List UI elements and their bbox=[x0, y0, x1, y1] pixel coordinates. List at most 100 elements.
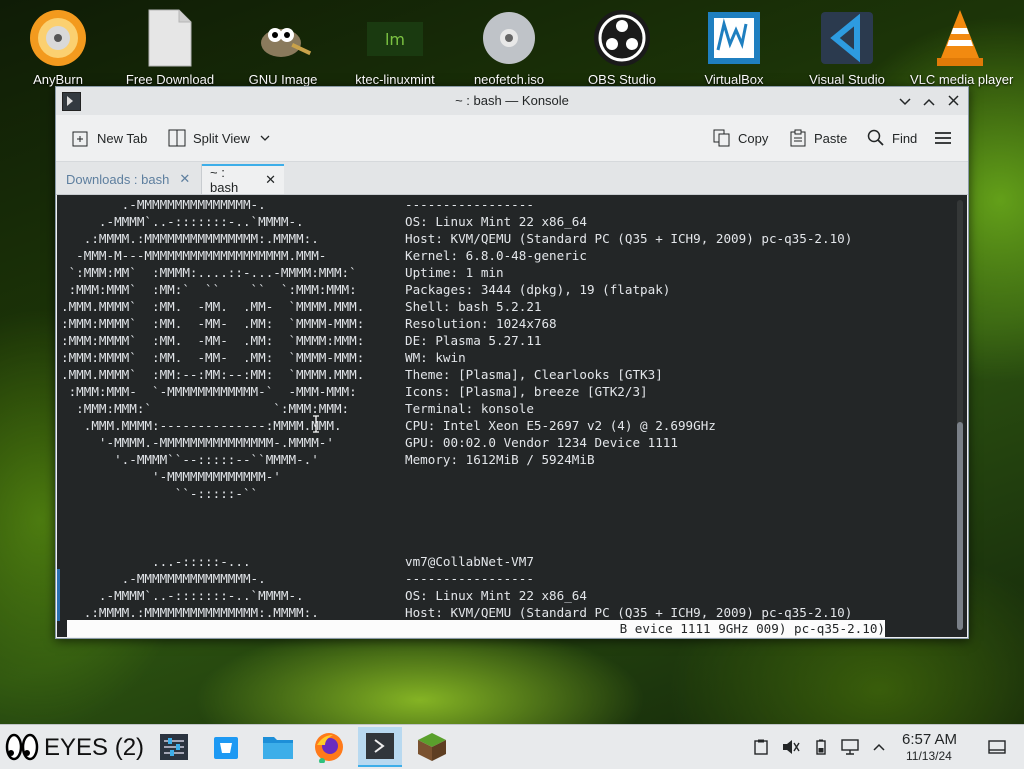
split-view-button[interactable]: Split View bbox=[168, 127, 270, 149]
terminal-info-line: Theme: [Plasma], Clearlooks [GTK3] bbox=[405, 367, 663, 382]
maximize-button[interactable] bbox=[919, 91, 939, 111]
terminal-art-line: :MMM:MMMM` :MM. -MM- .MM: `MMMM-MMM: bbox=[61, 316, 365, 331]
terminal-art-line: .MMM.MMMM:--------------:MMMM.MMM. bbox=[61, 418, 342, 433]
taskbar-mixer[interactable] bbox=[152, 727, 196, 767]
terminal-info-line: Kernel: 6.8.0-48-generic bbox=[405, 248, 587, 263]
tab-home-bash[interactable]: ~ : bash ✕ bbox=[202, 164, 284, 195]
show-desktop-icon[interactable] bbox=[987, 737, 1007, 757]
desktop-icon-label: VirtualBox bbox=[704, 72, 764, 87]
clock-time[interactable]: 6:57 AM bbox=[902, 731, 957, 748]
desktop-icon-gimp[interactable]: GNU Image bbox=[233, 8, 333, 87]
terminal-art-line: :MMM:MMM` :MM:` `` `` `:MMM:MMM: bbox=[61, 282, 357, 297]
terminal-info-line: Terminal: konsole bbox=[405, 401, 534, 416]
close-tab-icon[interactable]: ✕ bbox=[179, 171, 190, 187]
terminal-info-line: Icons: [Plasma], breeze [GTK2/3] bbox=[405, 384, 648, 399]
obs-icon bbox=[592, 8, 652, 68]
title-bar[interactable]: ~ : bash — Konsole bbox=[56, 87, 968, 115]
terminal-art-line: .MMM.MMMM` :MM. -MM. .MM- `MMMM.MMM. bbox=[61, 299, 365, 314]
new-tab-icon bbox=[72, 129, 90, 147]
copy-label: Copy bbox=[738, 130, 769, 146]
chevron-down-icon bbox=[899, 98, 911, 106]
new-tab-button[interactable]: New Tab bbox=[72, 127, 147, 149]
desktop-icon-anyburn[interactable]: AnyBurn bbox=[8, 8, 108, 87]
terminal-info-line: DE: Plasma 5.27.11 bbox=[405, 333, 542, 348]
split-view-icon bbox=[168, 129, 186, 147]
terminal-art-line: .MMM.MMMM` :MM:--:MM:--:MM: `MMMM.MMM. bbox=[61, 367, 365, 382]
tab-bar: Downloads : bash ✕ ~ : bash ✕ bbox=[56, 162, 968, 195]
desktop-icon-label: AnyBurn bbox=[33, 72, 83, 87]
desktop-icon-neofetch-iso[interactable]: neofetch.iso bbox=[459, 8, 559, 87]
document-icon bbox=[140, 8, 200, 68]
taskbar-minecraft[interactable] bbox=[410, 727, 454, 767]
terminal-info-line: Memory: 1612MiB / 5924MiB bbox=[405, 452, 595, 467]
desktop-icon-label: GNU Image bbox=[248, 72, 318, 87]
close-tab-icon[interactable]: ✕ bbox=[265, 172, 276, 188]
terminal-info-line: ----------------- bbox=[405, 197, 534, 212]
eyes-widget[interactable] bbox=[2, 727, 42, 767]
terminal-art-line: .-MMMM`..-:::::::-..`MMMM-. bbox=[61, 214, 304, 229]
new-tab-label: New Tab bbox=[97, 130, 148, 146]
split-view-label: Split View bbox=[193, 130, 250, 146]
terminal-art-line: :MMM:MMM- `-MMMMMMMMMMMM-` -MMM-MMM: bbox=[61, 384, 357, 399]
window-title: ~ : bash — Konsole bbox=[455, 93, 569, 108]
terminal-info-line: Resolution: 1024x768 bbox=[405, 316, 557, 331]
copy-button[interactable]: Copy bbox=[713, 127, 768, 149]
desktop-icon-vlc[interactable]: VLC media player bbox=[910, 8, 1014, 87]
desktop-icon-obs[interactable]: OBS Studio bbox=[572, 8, 672, 87]
virtualbox-icon bbox=[704, 8, 764, 68]
close-button[interactable] bbox=[943, 91, 963, 111]
anyburn-icon bbox=[28, 8, 88, 68]
copy-icon bbox=[713, 129, 731, 147]
terminal-art-line: '.-MMMM``--:::::--``MMMM-.' bbox=[61, 452, 319, 467]
tab-downloads-bash[interactable]: Downloads : bash ✕ bbox=[58, 164, 202, 194]
taskbar-dolphin[interactable] bbox=[256, 727, 300, 767]
taskbar-firefox[interactable] bbox=[307, 727, 351, 767]
find-button[interactable]: Find bbox=[867, 127, 917, 149]
terminal-art-line: '-MMMM.-MMMMMMMMMMMMMMM-.MMMM-' bbox=[61, 435, 334, 450]
minimize-button[interactable] bbox=[895, 91, 915, 111]
desktop-icon-ktec[interactable]: lm ktec-linuxmint bbox=[345, 8, 445, 87]
konsole-window[interactable]: ~ : bash — Konsole New Tab Split View Co… bbox=[55, 86, 969, 639]
terminal-info-line: OS: Linux Mint 22 x86_64 bbox=[405, 588, 587, 603]
desktop-icon-label: neofetch.iso bbox=[473, 72, 545, 87]
terminal-input-line[interactable]: B evice 1111 9GHz 009) pc-q35-2.10) bbox=[67, 620, 885, 637]
minecraft-icon bbox=[417, 732, 447, 762]
konsole-icon bbox=[365, 732, 395, 760]
desktop-icon-vscode[interactable]: Visual Studio bbox=[797, 8, 897, 87]
gimp-icon bbox=[253, 8, 313, 68]
hamburger-menu-button[interactable] bbox=[934, 127, 952, 149]
paste-icon bbox=[789, 129, 807, 147]
taskbar-konsole[interactable] bbox=[358, 727, 402, 767]
clock-date[interactable]: 11/13/24 bbox=[906, 749, 952, 763]
desktop-icon-free-download[interactable]: Free Download bbox=[120, 8, 220, 87]
desktop-icon-virtualbox[interactable]: VirtualBox bbox=[684, 8, 784, 87]
eyes-label[interactable]: EYES (2) bbox=[44, 734, 144, 762]
terminal-art-line: .:MMMM.:MMMMMMMMMMMMMMM:.MMMM:. bbox=[61, 605, 319, 620]
terminal-view[interactable]: .-MMMMMMMMMMMMMMM-. ----------------- .-M… bbox=[57, 195, 967, 637]
terminal-art-line: :MMM:MMM:` `:MMM:MMM: bbox=[61, 401, 350, 416]
battery-icon[interactable] bbox=[811, 737, 831, 757]
find-label: Find bbox=[892, 130, 918, 146]
toolbar: New Tab Split View Copy Paste Find bbox=[56, 115, 968, 162]
tab-label: Downloads : bash bbox=[66, 171, 170, 187]
desktop-icon-label: VLC media player bbox=[910, 72, 1014, 87]
chevron-down-icon bbox=[260, 135, 270, 141]
network-icon[interactable] bbox=[840, 737, 860, 757]
terminal-art-line: ``-:::::-`` bbox=[61, 486, 259, 501]
taskbar: EYES (2) 6:57 AM 11/13/24 bbox=[0, 724, 1024, 769]
taskbar-discover[interactable] bbox=[204, 727, 248, 767]
terminal-info-line: GPU: 00:02.0 Vendor 1234 Device 1111 bbox=[405, 435, 678, 450]
search-icon bbox=[867, 129, 885, 147]
chevron-up-icon[interactable] bbox=[869, 737, 889, 757]
scrollbar-thumb[interactable] bbox=[957, 422, 963, 630]
eyes-icon bbox=[5, 732, 39, 762]
desktop-icon-label: Visual Studio bbox=[809, 72, 885, 87]
paste-button[interactable]: Paste bbox=[789, 127, 847, 149]
clipboard-icon[interactable] bbox=[751, 737, 771, 757]
volume-muted-icon[interactable] bbox=[781, 737, 801, 757]
terminal-art-line: :MMM:MMMM` :MM. -MM- .MM: `MMMM:MMM: bbox=[61, 333, 365, 348]
vlc-icon bbox=[930, 8, 990, 68]
terminal-info-line: OS: Linux Mint 22 x86_64 bbox=[405, 214, 587, 229]
desktop-icon-label: OBS Studio bbox=[588, 72, 656, 87]
paste-label: Paste bbox=[814, 130, 848, 146]
